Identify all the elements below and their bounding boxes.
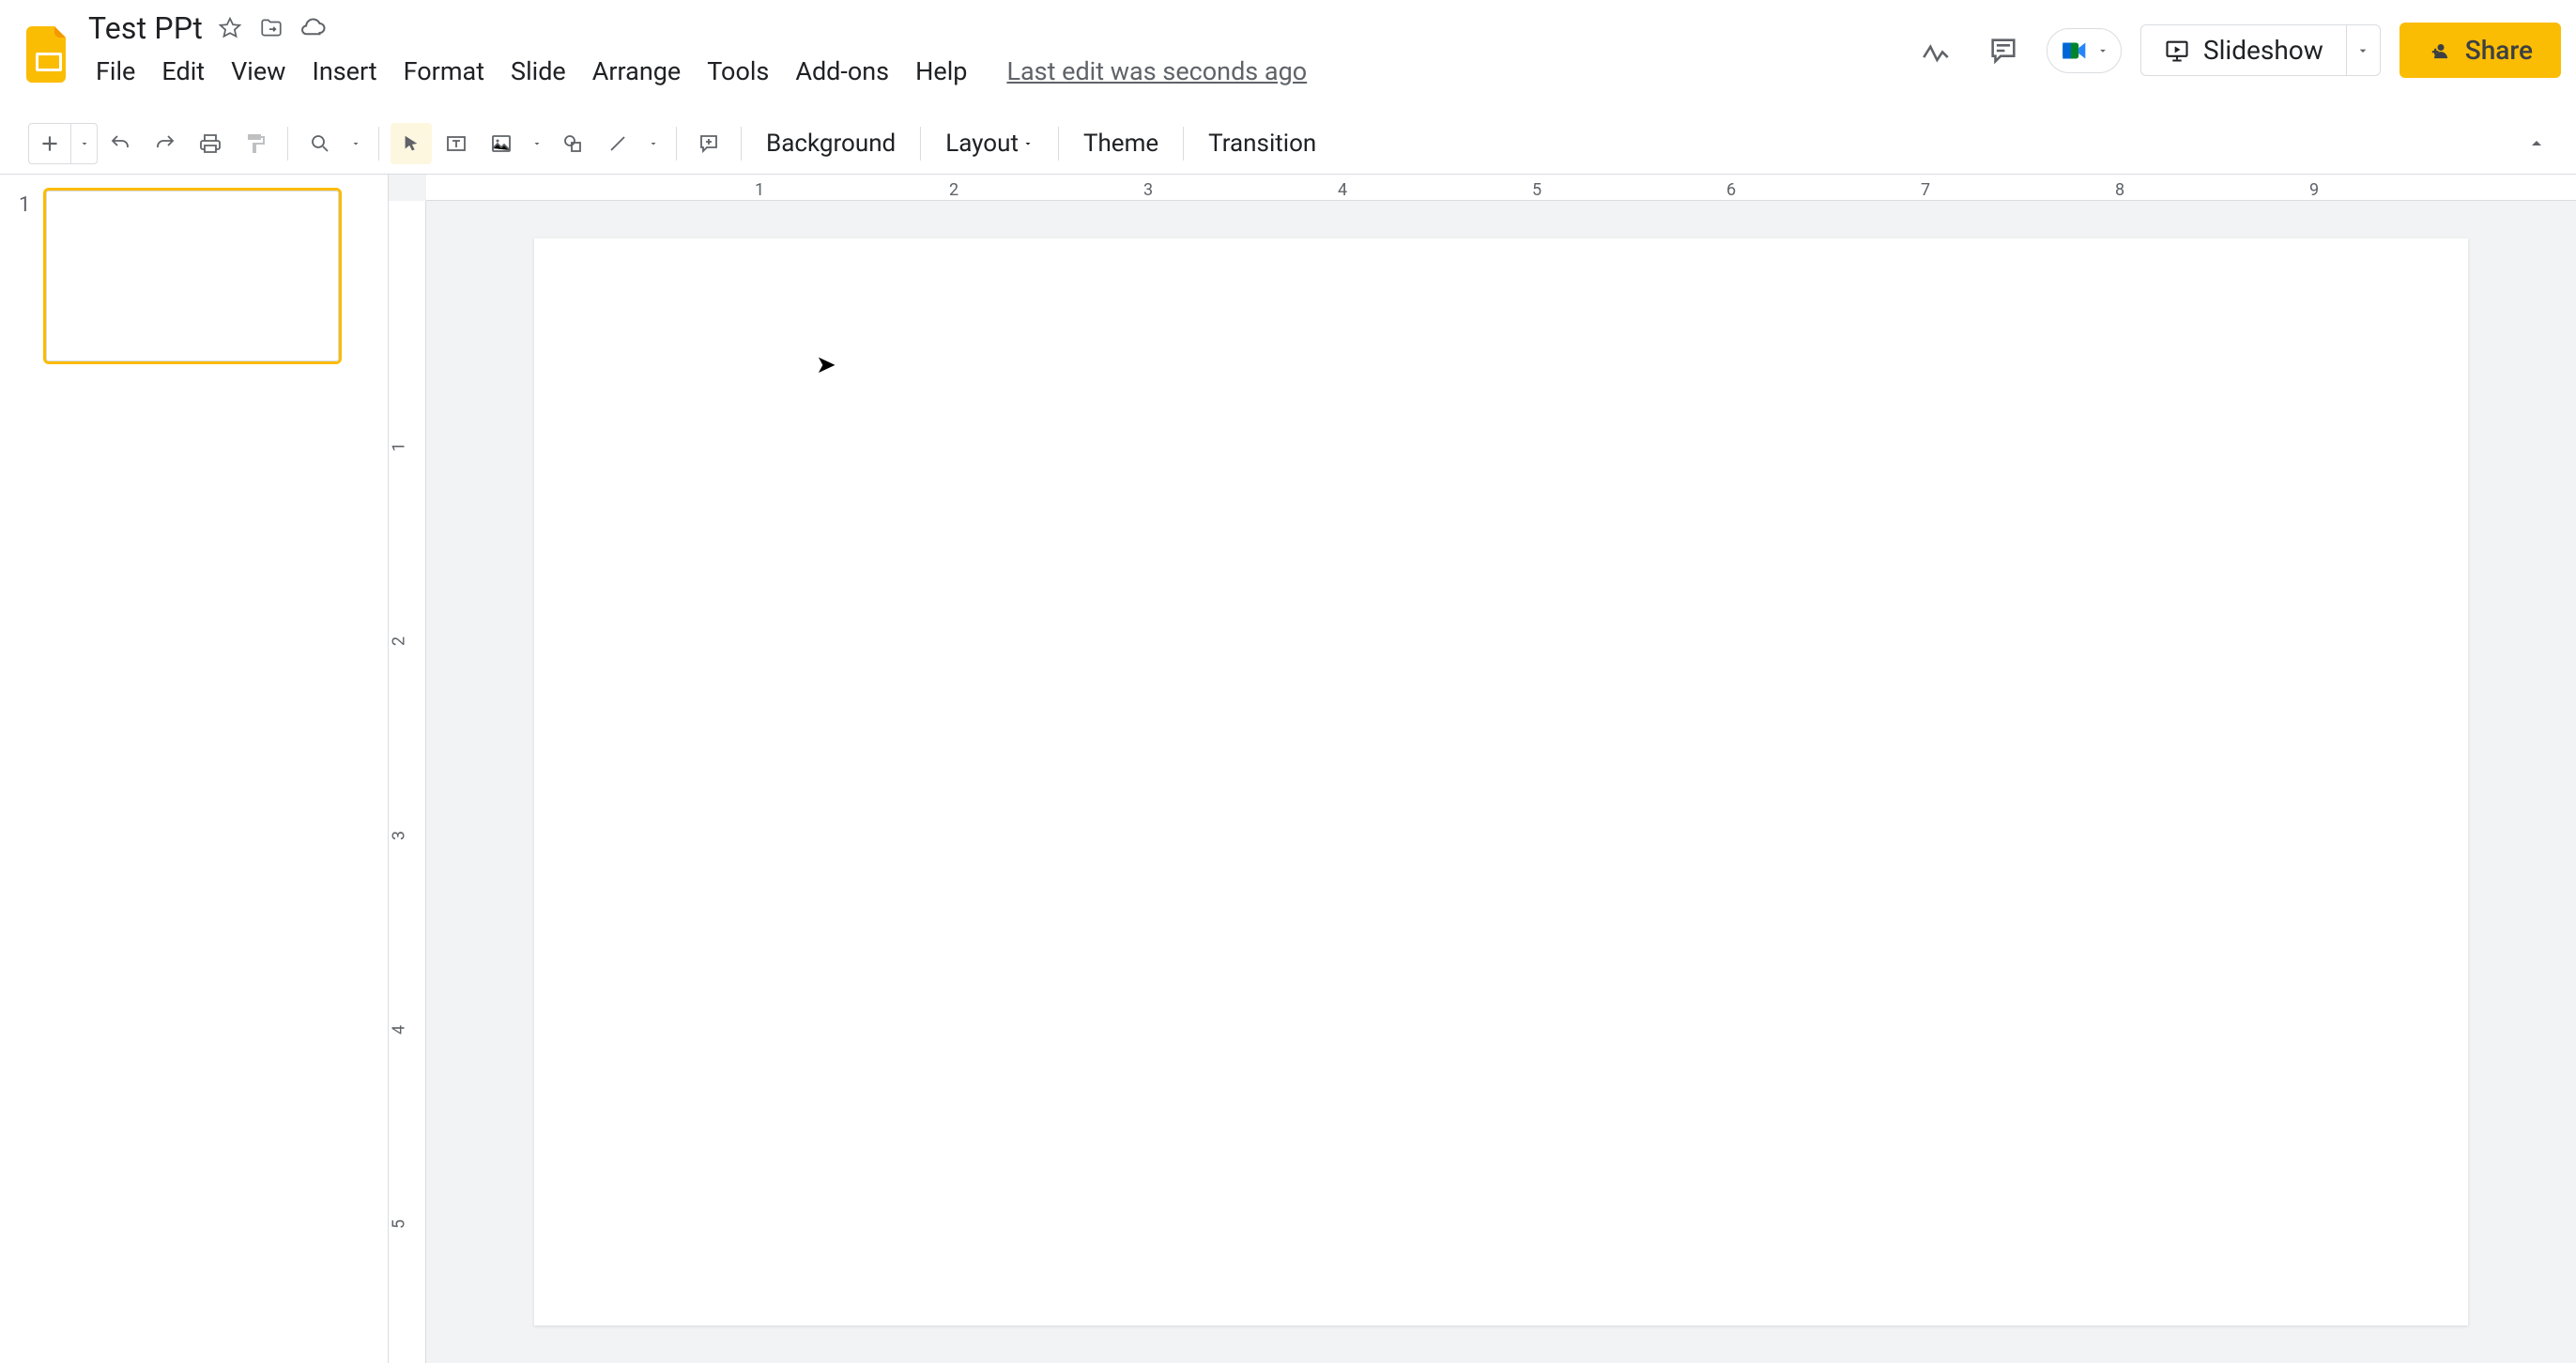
slide-thumbnail-wrap: 1 [19,188,369,364]
slide-canvas[interactable]: ➤ [534,238,2468,1325]
move-icon[interactable] [257,14,285,42]
shape-tool[interactable] [552,123,593,164]
menu-format[interactable]: Format [391,51,498,92]
menu-addons[interactable]: Add-ons [782,51,902,92]
document-title[interactable]: Test PPt [88,10,203,46]
cursor-icon: ➤ [816,351,836,379]
transition-button[interactable]: Transition [1193,123,1331,164]
paint-format-button[interactable] [235,123,276,164]
toolbar-separator [378,127,379,161]
last-edit-link[interactable]: Last edit was seconds ago [1006,56,1307,86]
ruler-mark: 4 [390,1025,409,1034]
line-dropdown[interactable] [642,123,665,164]
ruler-mark: 3 [390,831,409,840]
ruler-mark: 5 [390,1219,409,1229]
star-icon[interactable] [216,14,244,42]
ruler-mark: 5 [1532,180,1541,200]
toolbar-separator [920,127,921,161]
header: Test PPt File Edit View Insert Format Sl… [0,0,2576,113]
toolbar-separator [1058,127,1059,161]
slide-thumbnail[interactable] [43,188,342,364]
image-tool[interactable] [481,123,522,164]
comments-icon[interactable] [1979,26,2028,75]
new-slide-button [28,123,98,164]
toolbar-separator [741,127,742,161]
app-logo[interactable] [15,8,83,83]
ruler-mark: 6 [1726,180,1736,200]
slideshow-group: Slideshow [2140,24,2381,76]
hide-menus-button[interactable] [2525,132,2548,155]
ruler-mark: 2 [390,636,409,646]
canvas-area: 1 2 3 4 5 6 7 8 9 1 2 3 4 5 ➤ [389,175,2576,1363]
slideshow-label: Slideshow [2203,35,2323,66]
header-actions: Slideshow Share [1911,8,2561,78]
toolbar-separator [287,127,288,161]
print-button[interactable] [190,123,231,164]
toolbar: Background Layout Theme Transition [0,113,2576,175]
textbox-tool[interactable] [436,123,477,164]
redo-button[interactable] [145,123,186,164]
zoom-dropdown[interactable] [345,123,367,164]
menu-slide[interactable]: Slide [498,51,579,92]
new-slide-dropdown[interactable] [70,124,97,163]
ruler-mark: 4 [1338,180,1347,200]
slideshow-button[interactable]: Slideshow [2140,24,2347,76]
ruler-mark: 1 [390,442,409,452]
title-row: Test PPt [83,8,1911,49]
theme-button[interactable]: Theme [1068,123,1173,164]
line-tool[interactable] [597,123,638,164]
toolbar-separator [1183,127,1184,161]
menu-insert[interactable]: Insert [299,51,390,92]
undo-button[interactable] [100,123,141,164]
comment-tool[interactable] [688,123,729,164]
share-button[interactable]: Share [2400,23,2561,78]
share-label: Share [2465,35,2533,66]
select-tool[interactable] [391,123,432,164]
menu-edit[interactable]: Edit [148,51,218,92]
activity-icon[interactable] [1911,26,1960,75]
filmstrip[interactable]: 1 [0,175,389,1363]
canvas-wrap: ➤ [426,201,2576,1363]
vertical-ruler[interactable]: 1 2 3 4 5 [389,201,426,1363]
image-dropdown[interactable] [526,123,548,164]
ruler-mark: 8 [2115,180,2124,200]
workspace: 1 1 2 3 4 5 6 7 8 9 1 2 3 4 5 ➤ [0,175,2576,1363]
menu-file[interactable]: File [83,51,148,92]
menu-bar: File Edit View Insert Format Slide Arran… [83,49,1911,94]
menu-help[interactable]: Help [902,51,980,92]
background-button[interactable]: Background [751,123,911,164]
title-block: Test PPt File Edit View Insert Format Sl… [83,8,1911,94]
ruler-mark: 3 [1143,180,1153,200]
slideshow-dropdown[interactable] [2347,24,2381,76]
menu-arrange[interactable]: Arrange [579,51,694,92]
ruler-mark: 9 [2309,180,2319,200]
slide-number: 1 [19,188,30,217]
menu-tools[interactable]: Tools [694,51,782,92]
ruler-mark: 2 [949,180,958,200]
cloud-status-icon[interactable] [299,14,327,42]
toolbar-separator [676,127,677,161]
zoom-button[interactable] [299,123,341,164]
new-slide-main[interactable] [29,131,70,156]
menu-view[interactable]: View [218,51,299,92]
ruler-mark: 1 [755,180,764,200]
meet-button[interactable] [2047,28,2122,73]
layout-label: Layout [945,130,1019,158]
horizontal-ruler[interactable]: 1 2 3 4 5 6 7 8 9 [426,175,2576,201]
ruler-mark: 7 [1921,180,1930,200]
layout-button[interactable]: Layout [930,123,1049,164]
